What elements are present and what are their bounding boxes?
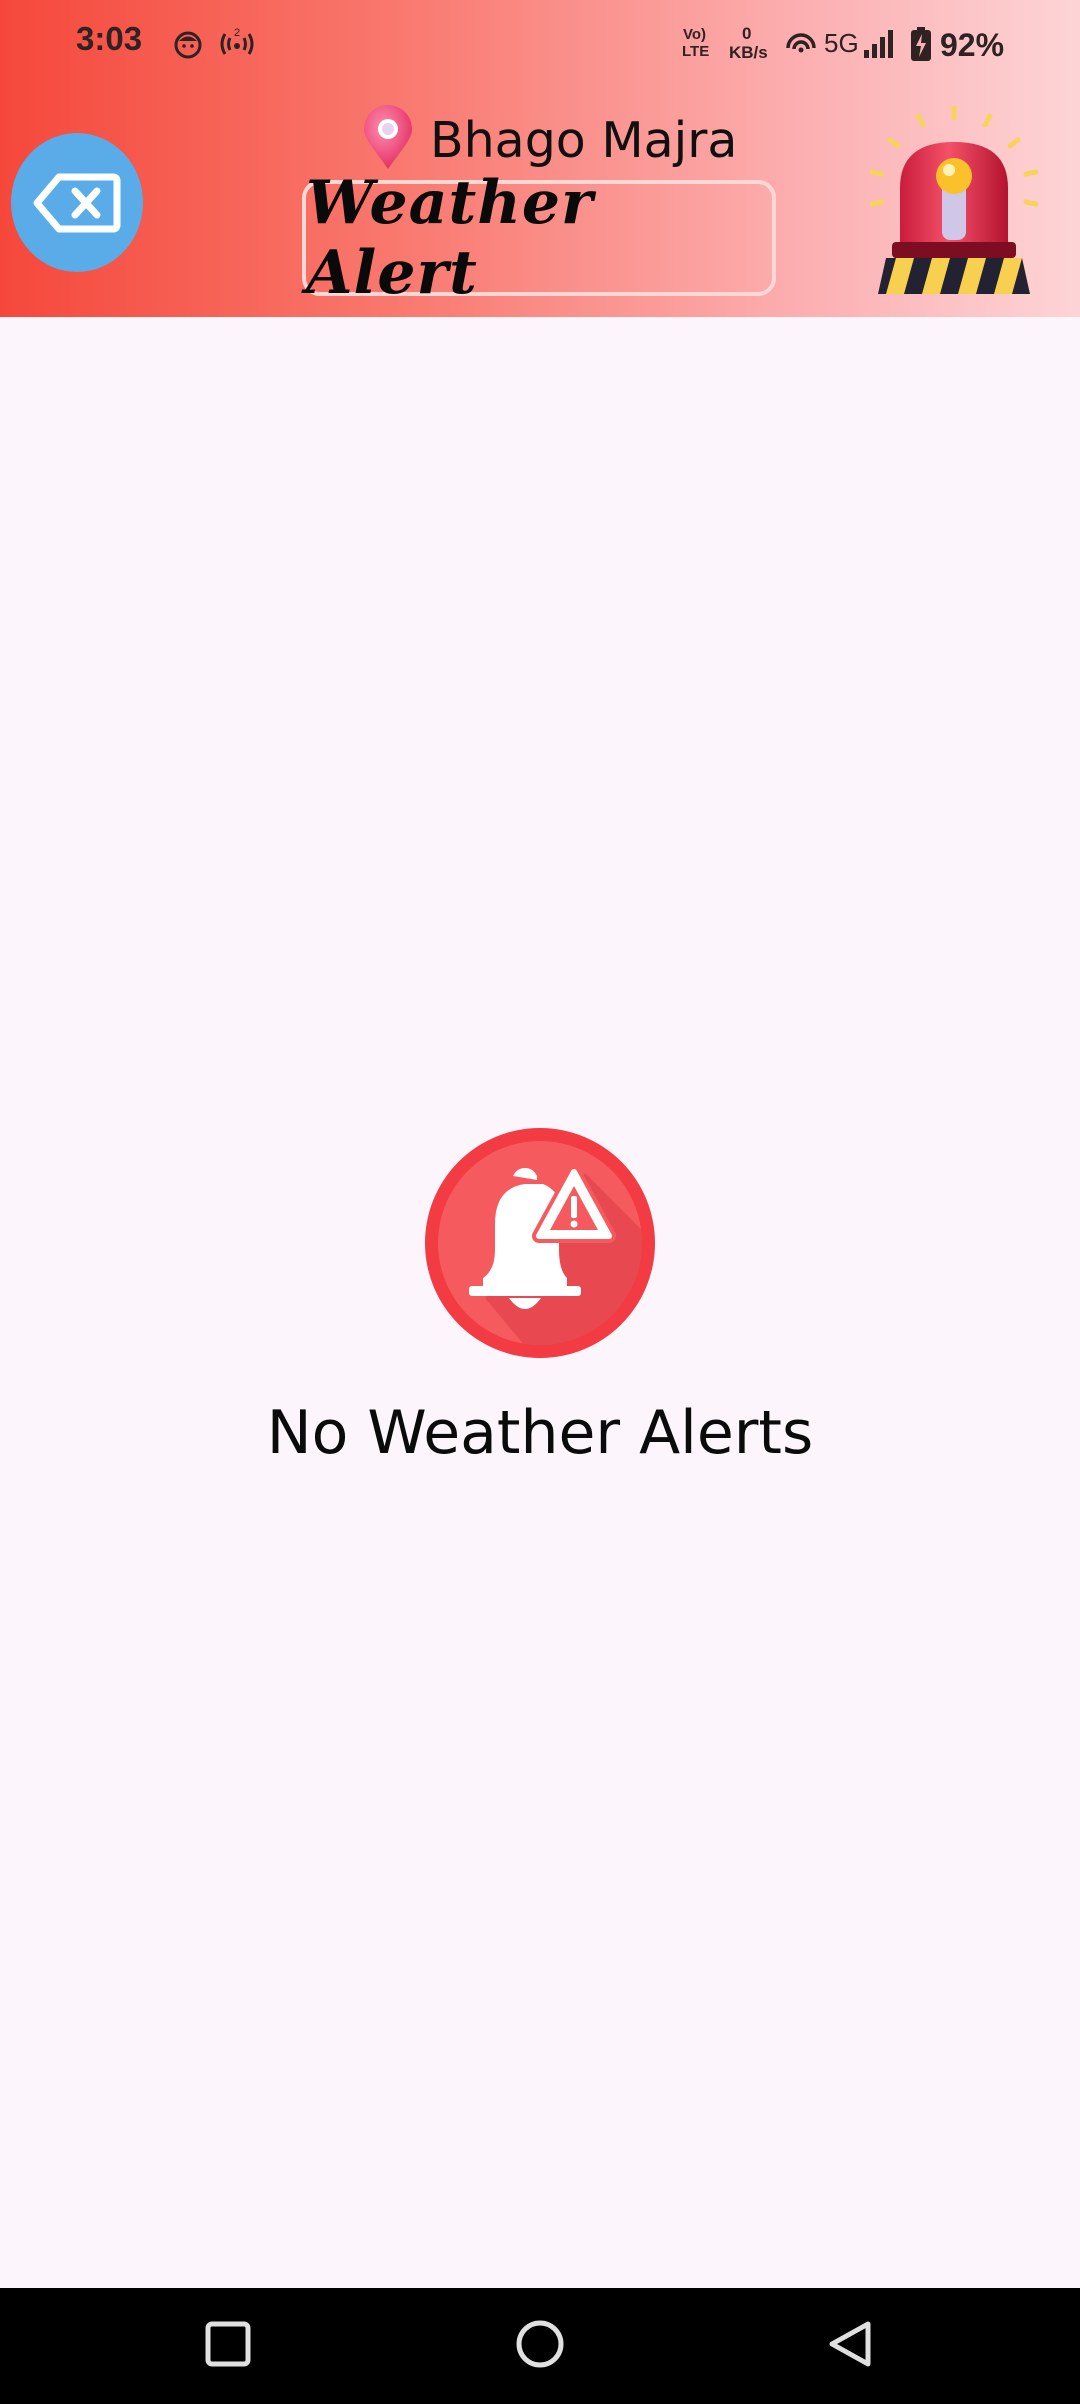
- location-name: Bhago Majra: [430, 111, 738, 169]
- speed-value: 0: [742, 24, 752, 43]
- face-notification-icon: [172, 28, 204, 64]
- speed-unit: KB/s: [729, 43, 768, 62]
- close-button[interactable]: [11, 133, 143, 272]
- siren-icon: [858, 104, 1050, 304]
- volte-top-label: Vo): [683, 26, 707, 43]
- status-time: 3:03: [76, 20, 143, 57]
- volte-bottom-label: LTE: [682, 43, 710, 60]
- triangle-back-icon: [829, 2321, 871, 2367]
- title-box: Weather Alert: [302, 168, 776, 308]
- battery-charging-icon: [910, 26, 932, 66]
- back-nav-button[interactable]: [822, 2312, 878, 2380]
- page-title: Weather Alert: [306, 168, 594, 308]
- signal-icon: [862, 28, 896, 64]
- home-button[interactable]: [512, 2312, 568, 2380]
- battery-level: 92%: [940, 27, 1005, 63]
- map-pin-icon: [360, 105, 416, 175]
- header: 3:03 2 Vo) LTE 0 KB/s 5G 92% Bhago Majra…: [0, 0, 1080, 317]
- recent-apps-button[interactable]: [200, 2312, 256, 2380]
- wifi-calling-icon: [784, 28, 818, 62]
- backspace-close-icon: [33, 173, 121, 233]
- location-row: Bhago Majra: [360, 104, 737, 176]
- svg-text:2: 2: [234, 27, 240, 39]
- circle-icon: [516, 2320, 564, 2368]
- network-type: 5G: [824, 28, 859, 58]
- bell-alert-icon: [425, 1128, 655, 1362]
- navigation-bar: [0, 2288, 1080, 2404]
- square-icon: [205, 2321, 251, 2367]
- status-bar: 3:03 2 Vo) LTE 0 KB/s 5G 92%: [0, 0, 1080, 90]
- hotspot-icon: 2: [216, 26, 258, 64]
- empty-message: No Weather Alerts: [266, 1398, 814, 1468]
